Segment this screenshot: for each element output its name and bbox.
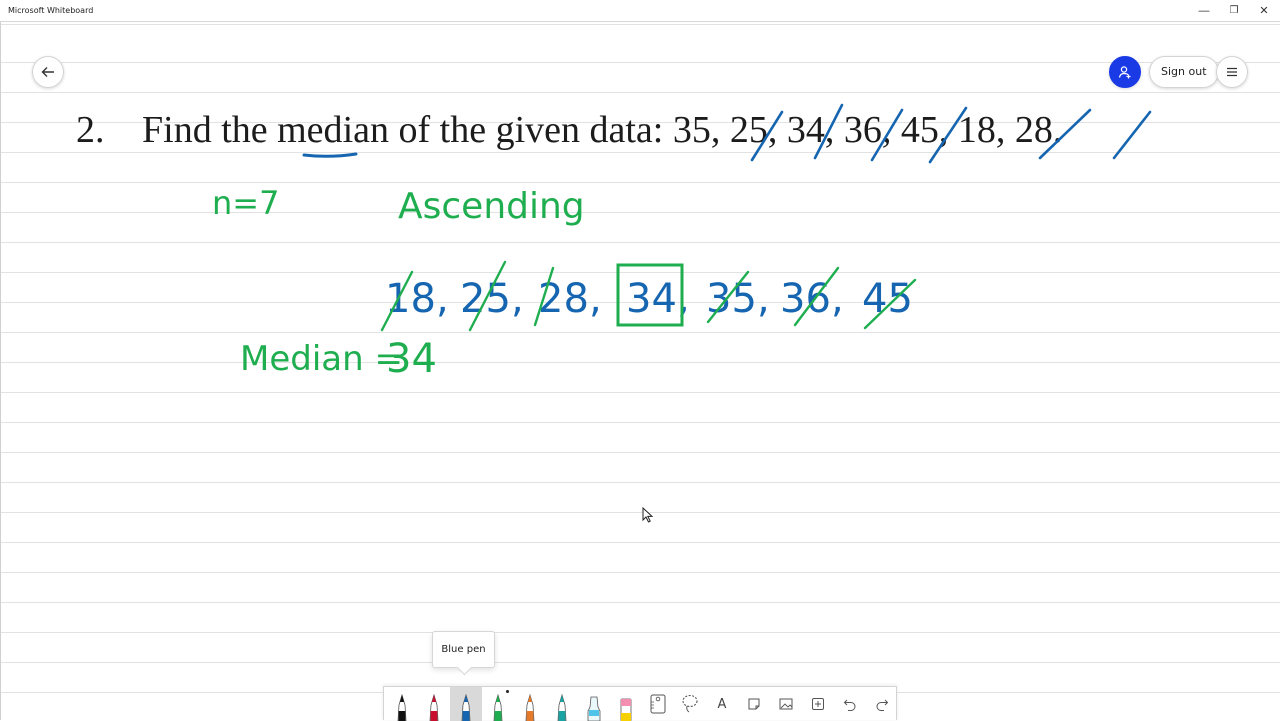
median-label: Median = [240, 339, 403, 379]
ink-underline [302, 152, 358, 158]
green-pen-tool[interactable] [482, 687, 514, 721]
strike-28 [1112, 110, 1152, 160]
lasso-icon [680, 693, 700, 715]
strike-18 [1038, 108, 1092, 160]
active-pen-indicator [506, 690, 509, 693]
add-icon [810, 696, 826, 712]
strike-36 [928, 106, 968, 164]
pen-icon [525, 693, 535, 721]
pen-tooltip: Blue pen [432, 631, 495, 668]
sorted-comma: , [511, 276, 524, 322]
redo-tool[interactable] [866, 687, 898, 721]
inking-toolbar: A [383, 686, 898, 721]
median-value: 34 [386, 336, 437, 382]
eraser-tool[interactable] [610, 687, 642, 721]
pen-icon [429, 693, 439, 721]
sorted-value: 34 [626, 276, 677, 322]
sticky-note-tool[interactable] [738, 687, 770, 721]
sorted-comma: , [589, 276, 602, 322]
sorted-value: 18 [385, 276, 436, 322]
sorted-comma: , [831, 276, 844, 322]
strike-35 [750, 110, 784, 162]
n-label: n=7 [212, 184, 279, 222]
teal-pen-tool[interactable] [546, 687, 578, 721]
undo-tool[interactable] [834, 687, 866, 721]
sorted-comma: , [436, 276, 449, 322]
image-icon [778, 696, 794, 712]
pen-icon [461, 693, 471, 721]
text-icon: A [717, 696, 727, 712]
add-tool[interactable] [802, 687, 834, 721]
redo-icon [874, 696, 890, 712]
pen-icon [557, 693, 567, 721]
pen-icon [493, 693, 503, 721]
ruler-icon [648, 693, 668, 715]
orange-pen-tool[interactable] [514, 687, 546, 721]
sorted-value: 36 [780, 276, 831, 322]
sorted-comma: , [757, 276, 770, 322]
blue-pen-tool[interactable] [450, 687, 482, 721]
strike-25 [813, 103, 844, 160]
ascending-label: Ascending [398, 186, 585, 227]
strike-34 [870, 108, 904, 162]
pen-icon [397, 693, 407, 721]
red-pen-tool[interactable] [418, 687, 450, 721]
undo-icon [842, 696, 858, 712]
black-pen-tool[interactable] [386, 687, 418, 721]
sorted-value: 45 [862, 276, 913, 322]
mouse-cursor-icon [642, 507, 654, 523]
sorted-value: 28 [538, 276, 589, 322]
highlighter-icon [587, 696, 601, 721]
eraser-icon [620, 698, 632, 721]
sticky-note-icon [746, 696, 762, 712]
image-tool[interactable] [770, 687, 802, 721]
text-tool[interactable]: A [706, 687, 738, 721]
sorted-values: 18, 25, 28, 34, 35, 36, 45 [385, 276, 913, 322]
typed-strikes [750, 103, 1152, 164]
ruler-tool[interactable] [642, 687, 674, 721]
lasso-tool[interactable] [674, 687, 706, 721]
ink-layer: n=7 Ascending 18, 25, 28, 34, 35, 36, 45 Media… [212, 103, 1152, 382]
highlighter-tool[interactable] [578, 687, 610, 721]
